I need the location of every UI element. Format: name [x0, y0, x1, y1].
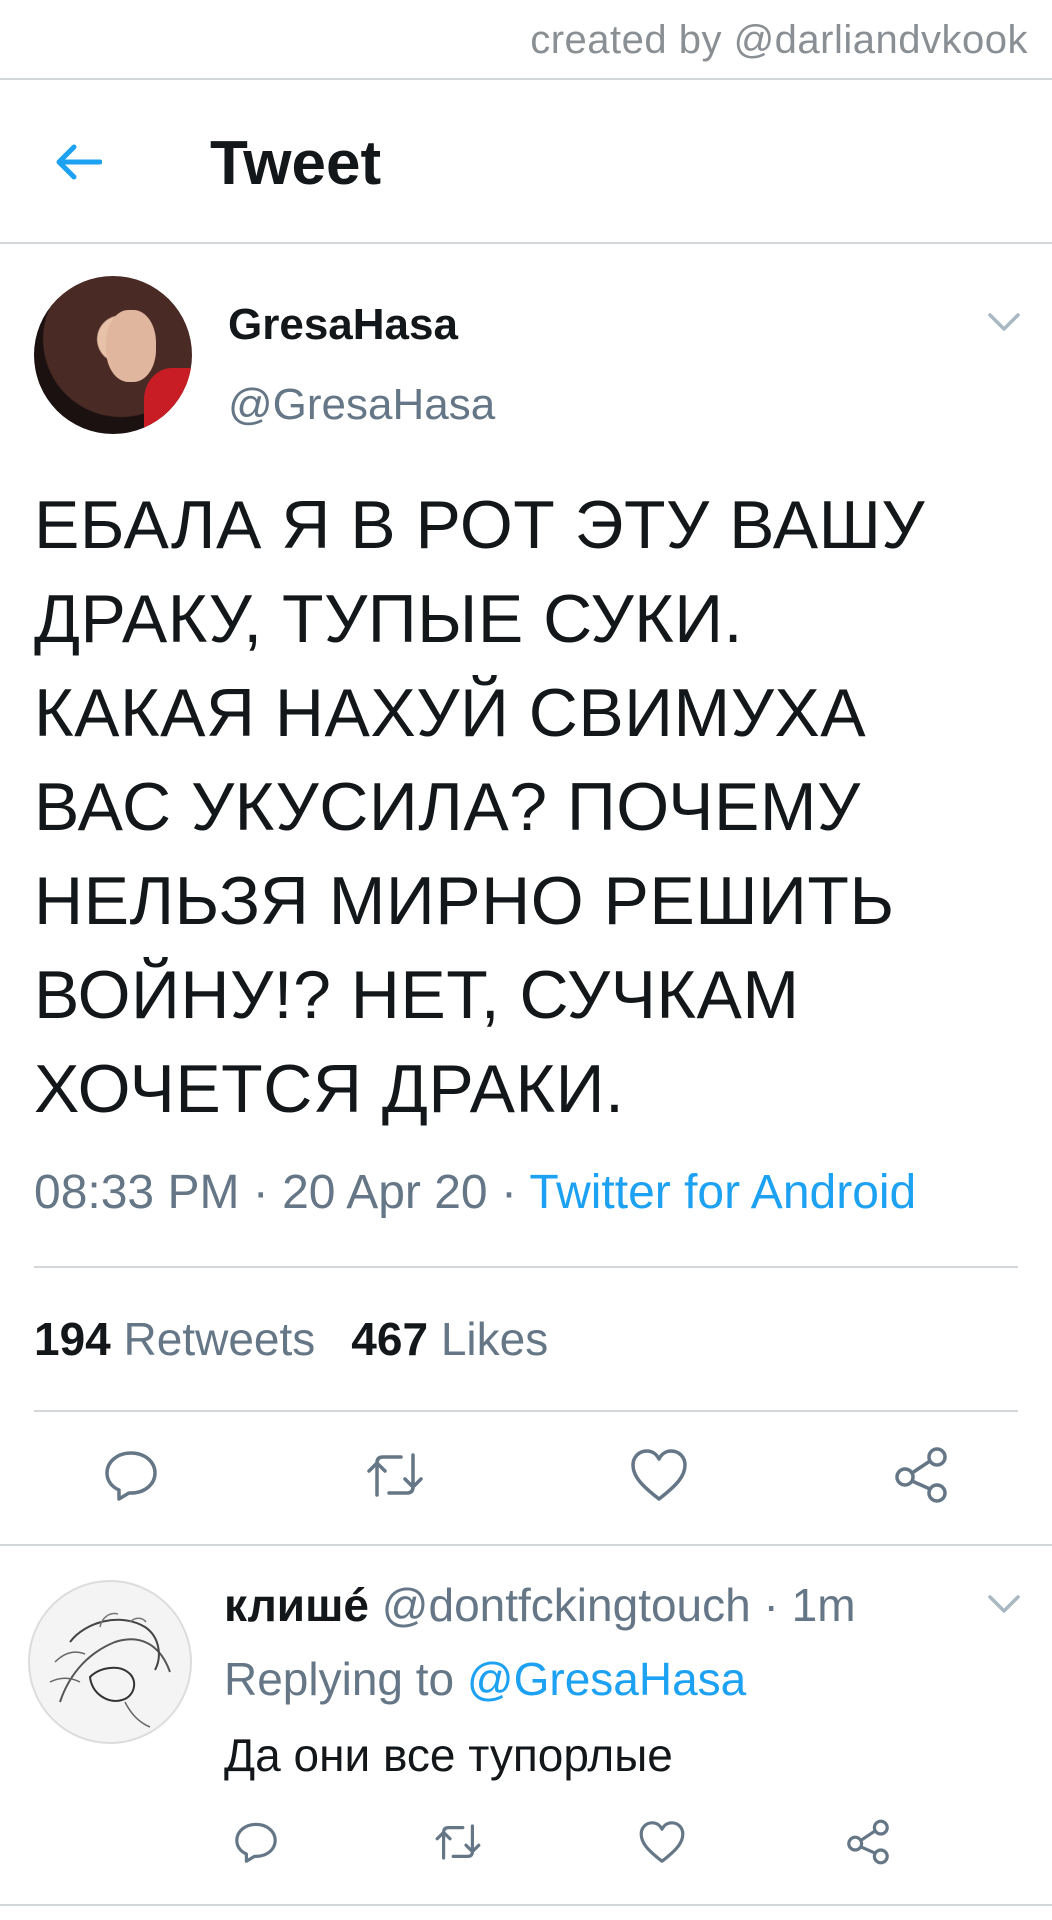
heart-icon: [631, 1449, 687, 1501]
share-icon: [895, 1447, 947, 1503]
reply-author-handle[interactable]: @dontfckingtouch: [382, 1579, 751, 1631]
tweet-line: НЕЛЬЗЯ МИРНО РЕШИТЬ: [34, 863, 895, 939]
back-button[interactable]: [48, 134, 108, 190]
tweet-line: ХОЧЕТСЯ ДРАКИ.: [34, 1051, 625, 1127]
retweet-icon: [435, 1824, 481, 1860]
tweet-screen: created by @darliandvkook Tweet GresaHas…: [0, 0, 1052, 1920]
divider: [34, 1410, 1018, 1412]
like-button[interactable]: [624, 1440, 694, 1510]
tweet-line: ВОЙНУ!? НЕТ, СУЧКАМ: [34, 957, 800, 1033]
credit-watermark: created by @darliandvkook: [530, 18, 1028, 62]
author-handle[interactable]: @GresaHasa: [228, 380, 495, 430]
share-icon: [847, 1819, 889, 1865]
top-app-bar: Tweet: [0, 80, 1052, 244]
sketch-avatar-image: [30, 1582, 190, 1742]
comment-icon: [105, 1451, 157, 1501]
arrow-left-icon: [56, 144, 102, 180]
divider: [0, 1904, 1052, 1906]
retweet-button[interactable]: [360, 1440, 430, 1510]
author-avatar[interactable]: [34, 276, 192, 434]
tweet-line: ЕБАЛА Я В РОТ ЭТУ ВАШУ: [34, 487, 926, 563]
reply-text: Да они все тупорлые: [224, 1729, 673, 1781]
reply-button[interactable]: [96, 1440, 166, 1510]
tweet-line: ВАС УКУСИЛА? ПОЧЕМУ: [34, 769, 861, 845]
page-title: Tweet: [210, 129, 382, 198]
tweet-date: 20 Apr 20: [282, 1166, 488, 1219]
chevron-down-icon[interactable]: [986, 310, 1022, 334]
divider: [0, 1544, 1052, 1546]
reply-like-button[interactable]: [632, 1812, 692, 1872]
retweets-stat[interactable]: 194 Retweets: [34, 1313, 315, 1365]
tweet-line: ДРАКУ, ТУПЫЕ СУКИ.: [34, 581, 744, 657]
tweet-text: ЕБАЛА Я В РОТ ЭТУ ВАШУ ДРАКУ, ТУПЫЕ СУКИ…: [34, 478, 1024, 1136]
likes-stat[interactable]: 467 Likes: [351, 1313, 548, 1365]
author-name[interactable]: GresaHasa: [228, 300, 458, 350]
reply-retweet-button[interactable]: [428, 1812, 488, 1872]
reply-header: клишé @dontfckingtouch · 1m: [224, 1579, 856, 1631]
reply-time: 1m: [791, 1579, 856, 1631]
tweet-time: 08:33 PM: [34, 1166, 240, 1219]
share-button[interactable]: [886, 1440, 956, 1510]
credit-bar: created by @darliandvkook: [0, 0, 1052, 80]
tweet-stats: 194 Retweets 467 Likes: [34, 1312, 548, 1366]
replying-to-handle-link[interactable]: @GresaHasa: [467, 1653, 746, 1705]
reply-share-button[interactable]: [838, 1812, 898, 1872]
reply-reply-button[interactable]: [226, 1812, 286, 1872]
replying-to: Replying to @GresaHasa: [224, 1653, 747, 1705]
comment-icon: [235, 1822, 277, 1863]
reply-author-name[interactable]: клишé: [224, 1579, 369, 1631]
tweet-line: КАКАЯ НАХУЙ СВИМУХА: [34, 675, 867, 751]
tweet-meta: 08:33 PM · 20 Apr 20 · Twitter for Andro…: [34, 1166, 917, 1219]
tweet-source-link[interactable]: Twitter for Android: [529, 1166, 916, 1219]
heart-icon: [639, 1821, 685, 1863]
reply-author-avatar[interactable]: [28, 1580, 192, 1744]
divider: [34, 1266, 1018, 1268]
chevron-down-icon[interactable]: [986, 1592, 1022, 1616]
retweet-icon: [367, 1453, 423, 1497]
